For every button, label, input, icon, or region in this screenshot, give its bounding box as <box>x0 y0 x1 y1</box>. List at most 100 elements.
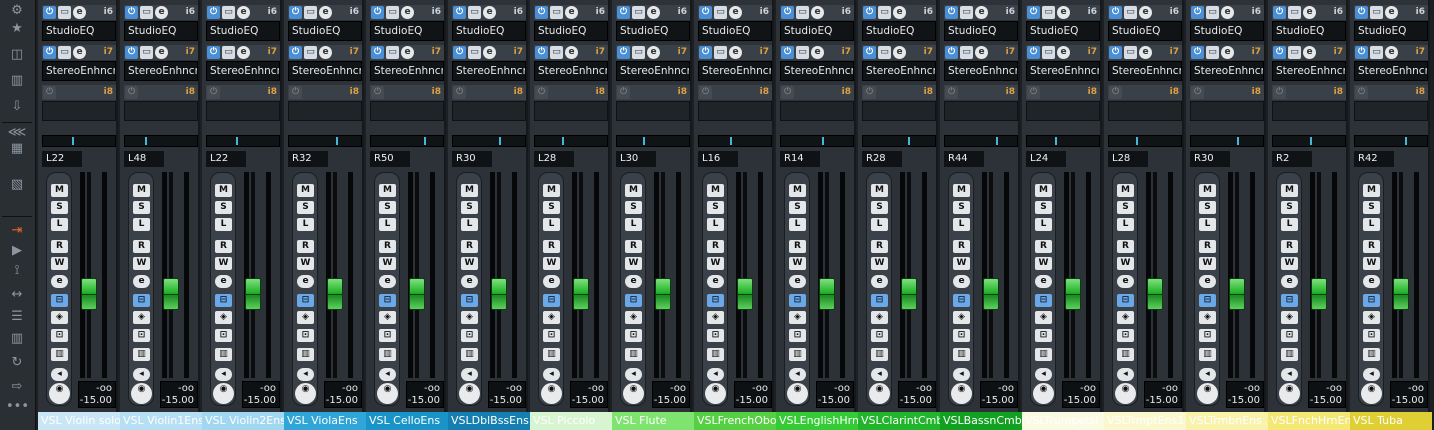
mute-button[interactable]: M <box>1281 184 1298 197</box>
monitor-knob-icon[interactable]: ◉ <box>49 383 70 404</box>
power-icon[interactable]: ⏻ <box>43 46 56 59</box>
listen-button[interactable]: L <box>215 218 232 231</box>
layout-alt-icon[interactable]: ▧ <box>6 176 28 194</box>
insert-plugin-name[interactable]: StudioEQ <box>288 21 362 41</box>
eq-bypass-icon[interactable]: ⊟ <box>1281 294 1298 307</box>
solo-button[interactable]: S <box>461 201 478 214</box>
solo-button[interactable]: S <box>215 201 232 214</box>
power-icon[interactable]: ⏻ <box>535 6 548 19</box>
insert-plugin-name[interactable]: StereoEnhncr <box>452 61 526 81</box>
insert-plugin-name[interactable]: StereoEnhncr <box>616 61 690 81</box>
insert-bypass-icon[interactable]: ⊡ <box>1035 329 1052 342</box>
read-automation-button[interactable]: R <box>51 240 68 253</box>
power-icon[interactable]: ⏻ <box>1273 86 1286 99</box>
eq-bypass-icon[interactable]: ⊟ <box>461 294 478 307</box>
bypass-icon[interactable]: ▭ <box>304 46 317 59</box>
monitor-knob-icon[interactable]: ◉ <box>623 383 644 404</box>
edit-button[interactable]: e <box>565 46 578 59</box>
power-icon[interactable]: ⏻ <box>371 86 384 99</box>
eq-bypass-icon[interactable]: ⊟ <box>1363 294 1380 307</box>
solo-button[interactable]: S <box>379 201 396 214</box>
eq-bypass-icon[interactable]: ⊟ <box>51 294 68 307</box>
speaker-icon[interactable]: ◂ <box>707 368 724 381</box>
insert-plugin-name[interactable]: StereoEnhncr <box>42 61 116 81</box>
monitor-icon[interactable]: ◈ <box>133 311 150 324</box>
volume-readout[interactable]: -oo -15.00 <box>898 381 936 408</box>
monitor-knob-icon[interactable]: ◉ <box>213 383 234 404</box>
piano-icon[interactable]: ▥ <box>51 348 68 361</box>
insert-bypass-icon[interactable]: ⊡ <box>543 329 560 342</box>
insert-bypass-icon[interactable]: ⊡ <box>379 329 396 342</box>
write-automation-button[interactable]: W <box>133 257 150 270</box>
edit-button[interactable]: e <box>893 6 906 19</box>
mute-button[interactable]: M <box>625 184 642 197</box>
monitor-icon[interactable]: ◈ <box>297 311 314 324</box>
insert-empty-slot[interactable] <box>944 101 1018 121</box>
edit-button[interactable]: e <box>1057 6 1070 19</box>
volume-readout[interactable]: -oo -15.00 <box>78 381 116 408</box>
pan-slider[interactable] <box>206 135 280 147</box>
insert-plugin-name[interactable]: StereoEnhncr <box>780 61 854 81</box>
read-automation-button[interactable]: R <box>461 240 478 253</box>
volume-readout[interactable]: -oo -15.00 <box>1144 381 1182 408</box>
monitor-knob-icon[interactable]: ◉ <box>1279 383 1300 404</box>
listen-button[interactable]: L <box>1363 218 1380 231</box>
edit-button[interactable]: e <box>401 6 414 19</box>
volume-fader[interactable] <box>491 278 507 310</box>
volume-fader[interactable] <box>245 278 261 310</box>
bypass-icon[interactable]: ▭ <box>222 46 235 59</box>
power-icon[interactable]: ⏻ <box>453 6 466 19</box>
power-icon[interactable]: ⏻ <box>1355 46 1368 59</box>
mute-button[interactable]: M <box>1199 184 1216 197</box>
speaker-icon[interactable]: ◂ <box>1117 368 1134 381</box>
edit-button[interactable]: e <box>237 46 250 59</box>
volume-fader[interactable] <box>901 278 917 310</box>
mute-button[interactable]: M <box>707 184 724 197</box>
speaker-icon[interactable]: ◂ <box>133 368 150 381</box>
bypass-icon[interactable]: ▭ <box>140 6 153 19</box>
monitor-knob-icon[interactable]: ◉ <box>951 383 972 404</box>
insert-empty-slot[interactable] <box>452 101 526 121</box>
piano-icon[interactable]: ▥ <box>1117 348 1134 361</box>
insert-empty-slot[interactable] <box>616 101 690 121</box>
power-icon[interactable]: ⏻ <box>863 46 876 59</box>
monitor-icon[interactable]: ◈ <box>215 311 232 324</box>
edit-channel-button[interactable]: e <box>871 275 888 288</box>
insert-bypass-icon[interactable]: ⊡ <box>1199 329 1216 342</box>
piano-icon[interactable]: ▥ <box>543 348 560 361</box>
pan-slider[interactable] <box>288 135 362 147</box>
listen-button[interactable]: L <box>379 218 396 231</box>
channel-name[interactable]: VSL Flute <box>612 412 694 430</box>
insert-plugin-name[interactable]: StereoEnhncr <box>124 61 198 81</box>
write-automation-button[interactable]: W <box>1117 257 1134 270</box>
volume-fader[interactable] <box>819 278 835 310</box>
read-automation-button[interactable]: R <box>1281 240 1298 253</box>
read-automation-button[interactable]: R <box>133 240 150 253</box>
insert-plugin-name[interactable]: StudioEQ <box>452 21 526 41</box>
power-icon[interactable]: ⏻ <box>125 46 138 59</box>
insert-plugin-name[interactable]: StudioEQ <box>42 21 116 41</box>
edit-channel-button[interactable]: e <box>789 275 806 288</box>
monitor-icon[interactable]: ◈ <box>707 311 724 324</box>
power-icon[interactable]: ⏻ <box>289 86 302 99</box>
write-automation-button[interactable]: W <box>871 257 888 270</box>
power-icon[interactable]: ⏻ <box>289 6 302 19</box>
bypass-icon[interactable]: ▭ <box>386 6 399 19</box>
insert-plugin-name[interactable]: StudioEQ <box>944 21 1018 41</box>
volume-readout[interactable]: -oo -15.00 <box>1390 381 1428 408</box>
channel-name[interactable]: VSLBassnCmb <box>940 412 1022 430</box>
insert-plugin-name[interactable]: StudioEQ <box>1026 21 1100 41</box>
power-icon[interactable]: ⏻ <box>371 46 384 59</box>
play-icon[interactable]: ▶ <box>6 242 28 260</box>
arrows-icon[interactable]: ↔ <box>6 286 28 304</box>
dots-icon[interactable]: ••• <box>6 398 29 416</box>
bypass-icon[interactable]: ▭ <box>550 6 563 19</box>
insert-plugin-name[interactable]: StereoEnhncr <box>1272 61 1346 81</box>
volume-readout[interactable]: -oo -15.00 <box>1062 381 1100 408</box>
volume-readout[interactable]: -oo -15.00 <box>1226 381 1264 408</box>
mute-button[interactable]: M <box>953 184 970 197</box>
monitor-icon[interactable]: ◈ <box>1199 311 1216 324</box>
speaker-icon[interactable]: ◂ <box>379 368 396 381</box>
insert-bypass-icon[interactable]: ⊡ <box>51 329 68 342</box>
channel-name[interactable]: VSLFrenchObo <box>694 412 776 430</box>
